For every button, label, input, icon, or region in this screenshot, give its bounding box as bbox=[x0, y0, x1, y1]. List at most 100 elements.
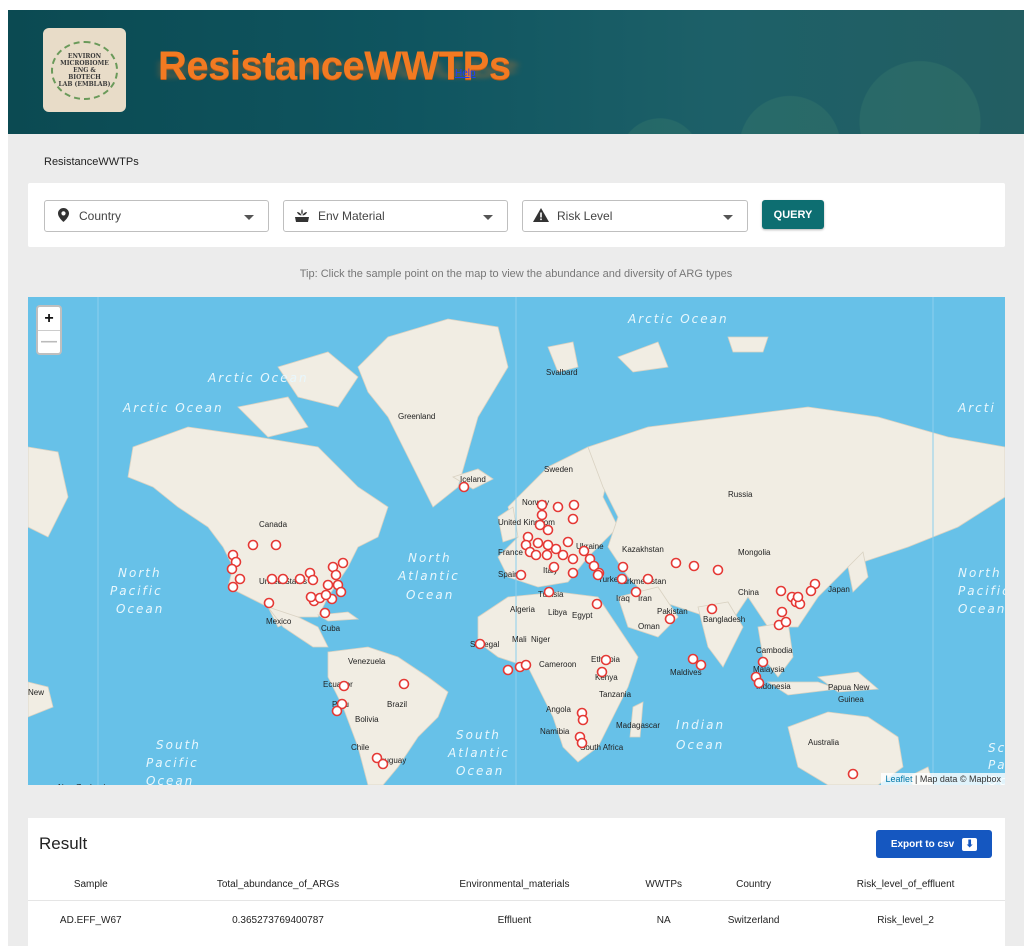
sample-point-marker[interactable] bbox=[757, 656, 769, 668]
sample-point-marker[interactable] bbox=[319, 607, 331, 619]
sample-point-marker[interactable] bbox=[263, 597, 275, 609]
env-material-select[interactable]: Env Material bbox=[283, 200, 508, 232]
warning-icon bbox=[533, 207, 549, 225]
map-label: Arctic Ocean bbox=[627, 312, 729, 326]
sample-point-marker[interactable] bbox=[266, 573, 278, 585]
sample-point-marker[interactable] bbox=[322, 579, 334, 591]
sample-point-marker[interactable] bbox=[577, 714, 589, 726]
sample-point-marker[interactable] bbox=[688, 560, 700, 572]
header-decoration bbox=[504, 10, 1024, 134]
map-attribution: Leaflet | Map data © Mapbox bbox=[881, 773, 1005, 785]
sample-point-marker[interactable] bbox=[670, 557, 682, 569]
sample-point-marker[interactable] bbox=[562, 536, 574, 548]
sample-point-marker[interactable] bbox=[305, 591, 317, 603]
sample-point-marker[interactable] bbox=[567, 513, 579, 525]
sample-point-marker[interactable] bbox=[520, 659, 532, 671]
sample-point-marker[interactable] bbox=[687, 653, 699, 665]
sample-point-marker[interactable] bbox=[776, 606, 788, 618]
sample-point-marker[interactable] bbox=[592, 569, 604, 581]
map-label: Russia bbox=[728, 490, 753, 499]
sample-point-marker[interactable] bbox=[847, 768, 859, 780]
sample-point-marker[interactable] bbox=[458, 481, 470, 493]
column-header[interactable]: Country bbox=[701, 870, 807, 901]
sample-point-marker[interactable] bbox=[532, 537, 544, 549]
leaflet-link[interactable]: Leaflet bbox=[885, 774, 912, 784]
sample-point-marker[interactable] bbox=[805, 585, 817, 597]
sample-point-marker[interactable] bbox=[227, 581, 239, 593]
sample-point-marker[interactable] bbox=[541, 549, 553, 561]
map-label: New bbox=[28, 688, 44, 697]
sample-point-marker[interactable] bbox=[543, 586, 555, 598]
sample-point-marker[interactable] bbox=[502, 664, 514, 676]
sample-point-marker[interactable] bbox=[591, 598, 603, 610]
sample-point-marker[interactable] bbox=[775, 585, 787, 597]
sample-point-marker[interactable] bbox=[706, 603, 718, 615]
table-row[interactable]: AD.EFF_W67 0.365273769400787 Effluent NA… bbox=[28, 900, 1005, 940]
sample-point-marker[interactable] bbox=[712, 564, 724, 576]
sample-point-marker[interactable] bbox=[552, 501, 564, 513]
sample-point-marker[interactable] bbox=[568, 499, 580, 511]
sample-point-marker[interactable] bbox=[335, 586, 347, 598]
sample-point-marker[interactable] bbox=[277, 573, 289, 585]
map-label: Indian bbox=[676, 718, 725, 732]
sample-point-marker[interactable] bbox=[557, 549, 569, 561]
sample-point-marker[interactable] bbox=[226, 563, 238, 575]
sample-point-marker[interactable] bbox=[330, 569, 342, 581]
sample-point-marker[interactable] bbox=[320, 589, 332, 601]
sample-point-marker[interactable] bbox=[247, 539, 259, 551]
sample-point-marker[interactable] bbox=[377, 758, 389, 770]
risk-level-select[interactable]: Risk Level bbox=[522, 200, 748, 232]
column-header[interactable]: WWTPs bbox=[626, 870, 702, 901]
map-label: Arctic Ocean bbox=[122, 401, 224, 415]
sample-point-marker[interactable] bbox=[474, 638, 486, 650]
export-csv-label: Export to csv bbox=[890, 838, 955, 850]
export-csv-button[interactable]: Export to csv ⬇ bbox=[876, 830, 992, 858]
column-header[interactable]: Environmental_materials bbox=[402, 870, 627, 901]
sample-point-marker[interactable] bbox=[331, 705, 343, 717]
sample-point-marker[interactable] bbox=[578, 545, 590, 557]
sample-point-marker[interactable] bbox=[294, 573, 306, 585]
sample-point-marker[interactable] bbox=[642, 573, 654, 585]
zoom-out-button[interactable]: — bbox=[38, 330, 60, 353]
map-label: North bbox=[958, 566, 1002, 580]
sample-point-marker[interactable] bbox=[536, 509, 548, 521]
sample-point-marker[interactable] bbox=[337, 557, 349, 569]
zoom-in-button[interactable]: + bbox=[38, 307, 60, 330]
sample-point-marker[interactable] bbox=[542, 524, 554, 536]
map-label: Arctic Ocean bbox=[207, 371, 309, 385]
column-header[interactable]: Sample bbox=[28, 870, 154, 901]
column-header[interactable]: Total_abundance_of_ARGs bbox=[153, 870, 403, 901]
country-select[interactable]: Country bbox=[44, 200, 269, 232]
sample-point-marker[interactable] bbox=[616, 573, 628, 585]
map-label: Kazakhstan bbox=[622, 545, 664, 554]
sample-point-marker[interactable] bbox=[567, 553, 579, 565]
sample-point-marker[interactable] bbox=[630, 586, 642, 598]
map-label: Guinea bbox=[838, 695, 864, 704]
column-header[interactable]: Risk_level_of_effluent bbox=[806, 870, 1005, 901]
sample-point-marker[interactable] bbox=[307, 574, 319, 586]
sample-point-marker[interactable] bbox=[567, 567, 579, 579]
sample-point-marker[interactable] bbox=[234, 573, 246, 585]
sample-point-marker[interactable] bbox=[548, 561, 560, 573]
map-label: South bbox=[456, 728, 501, 742]
sample-point-marker[interactable] bbox=[695, 659, 707, 671]
map-canvas[interactable]: Arctic Ocean Arctic Ocean Arcti Greenland Sv… bbox=[28, 297, 1005, 785]
sample-point-marker[interactable] bbox=[536, 499, 548, 511]
map-label: North bbox=[118, 566, 162, 580]
sample-point-marker[interactable] bbox=[338, 680, 350, 692]
sample-point-marker[interactable] bbox=[576, 737, 588, 749]
sample-point-marker[interactable] bbox=[664, 613, 676, 625]
sample-point-marker[interactable] bbox=[617, 561, 629, 573]
sample-point-marker[interactable] bbox=[792, 591, 804, 603]
sample-point-marker[interactable] bbox=[270, 539, 282, 551]
help-link[interactable]: Help bbox=[455, 68, 476, 79]
sample-point-marker[interactable] bbox=[600, 654, 612, 666]
sample-point-marker[interactable] bbox=[398, 678, 410, 690]
sample-point-marker[interactable] bbox=[530, 549, 542, 561]
sample-point-marker[interactable] bbox=[596, 666, 608, 678]
query-button[interactable]: QUERY bbox=[762, 200, 824, 229]
sample-point-marker[interactable] bbox=[780, 616, 792, 628]
sample-point-marker[interactable] bbox=[753, 677, 765, 689]
sample-map[interactable]: Arctic Ocean Arctic Ocean Arcti Greenland Sv… bbox=[28, 297, 1005, 785]
sample-point-marker[interactable] bbox=[515, 569, 527, 581]
